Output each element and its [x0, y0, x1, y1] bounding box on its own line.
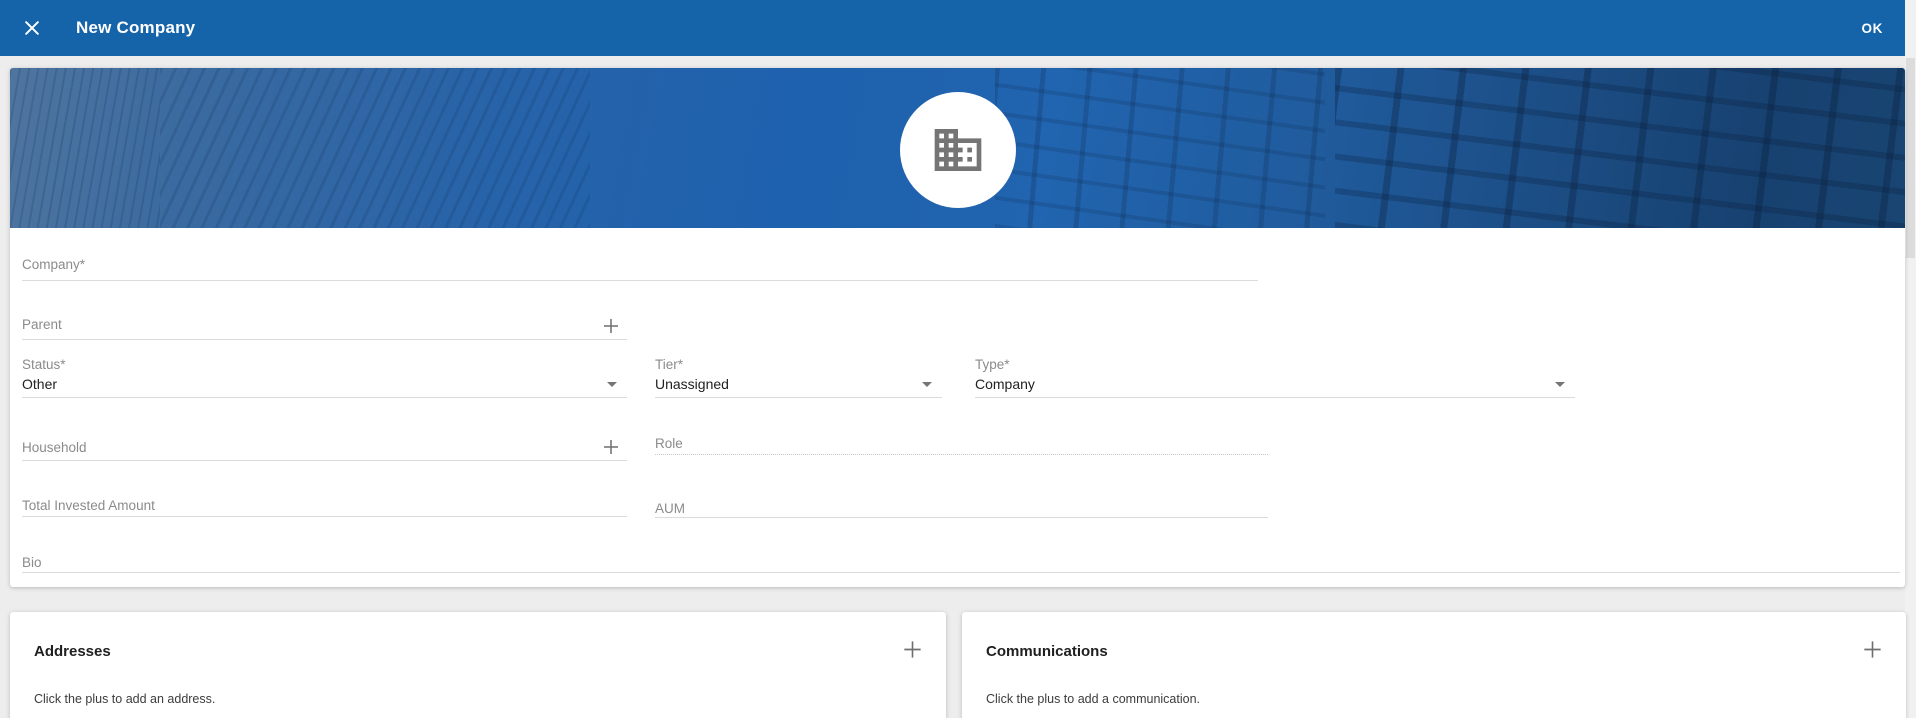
parent-input[interactable] [22, 315, 627, 339]
company-form-card: Company* Parent Status* Other Tier* Unas… [10, 68, 1905, 587]
banner-image [10, 68, 1905, 228]
add-address-button[interactable] [900, 637, 924, 661]
bio-field: Bio [22, 553, 1900, 573]
add-communication-button[interactable] [1860, 637, 1884, 661]
parent-field: Parent [22, 315, 627, 340]
tier-selected-value: Unassigned [655, 376, 729, 393]
role-input [655, 434, 1268, 454]
tier-select-label: Tier* [655, 357, 683, 372]
role-field: Role [655, 434, 1268, 455]
addresses-title: Addresses [34, 643, 111, 660]
status-selected-value: Other [22, 376, 57, 393]
tier-select[interactable]: Tier* Unassigned [655, 357, 942, 398]
building-icon [930, 122, 986, 178]
communications-card: Communications Click the plus to add a c… [962, 612, 1906, 718]
company-avatar [900, 92, 1016, 208]
plus-icon [602, 317, 620, 335]
type-select[interactable]: Type* Company [975, 357, 1575, 398]
communications-hint: Click the plus to add a communication. [986, 692, 1200, 706]
company-field: Company* [22, 255, 1258, 281]
plus-icon [602, 438, 620, 456]
banner-pattern [1335, 68, 1905, 228]
add-parent-button[interactable] [601, 316, 621, 336]
page-title: New Company [76, 18, 195, 38]
aum-input[interactable] [655, 499, 1268, 517]
banner-pattern [160, 68, 590, 228]
caret-down-icon [607, 382, 617, 387]
aum-field: AUM [655, 499, 1268, 518]
type-selected-value: Company [975, 376, 1035, 393]
status-select-label: Status* [22, 357, 66, 372]
addresses-card: Addresses Click the plus to add an addre… [10, 612, 946, 718]
status-select[interactable]: Status* Other [22, 357, 627, 398]
vertical-scrollbar[interactable] [1905, 0, 1916, 718]
type-select-label: Type* [975, 357, 1010, 372]
caret-down-icon [922, 382, 932, 387]
communications-title: Communications [986, 643, 1108, 660]
app-bar: New Company OK [0, 0, 1905, 56]
close-icon [22, 18, 42, 38]
plus-icon [1862, 639, 1883, 660]
household-input[interactable] [22, 438, 627, 460]
total-invested-amount-input[interactable] [22, 496, 627, 516]
total-invested-amount-field: Total Invested Amount [22, 496, 627, 517]
caret-down-icon [1555, 382, 1565, 387]
scrollbar-thumb[interactable] [1906, 58, 1915, 258]
bio-input[interactable] [22, 553, 1900, 572]
household-field: Household [22, 438, 627, 461]
ok-button[interactable]: OK [1862, 21, 1883, 36]
company-input[interactable] [22, 255, 1258, 280]
addresses-hint: Click the plus to add an address. [34, 692, 215, 706]
close-button[interactable] [22, 18, 42, 38]
add-household-button[interactable] [601, 437, 621, 457]
banner-pattern [995, 68, 1325, 228]
plus-icon [902, 639, 923, 660]
banner-pattern [10, 68, 160, 228]
